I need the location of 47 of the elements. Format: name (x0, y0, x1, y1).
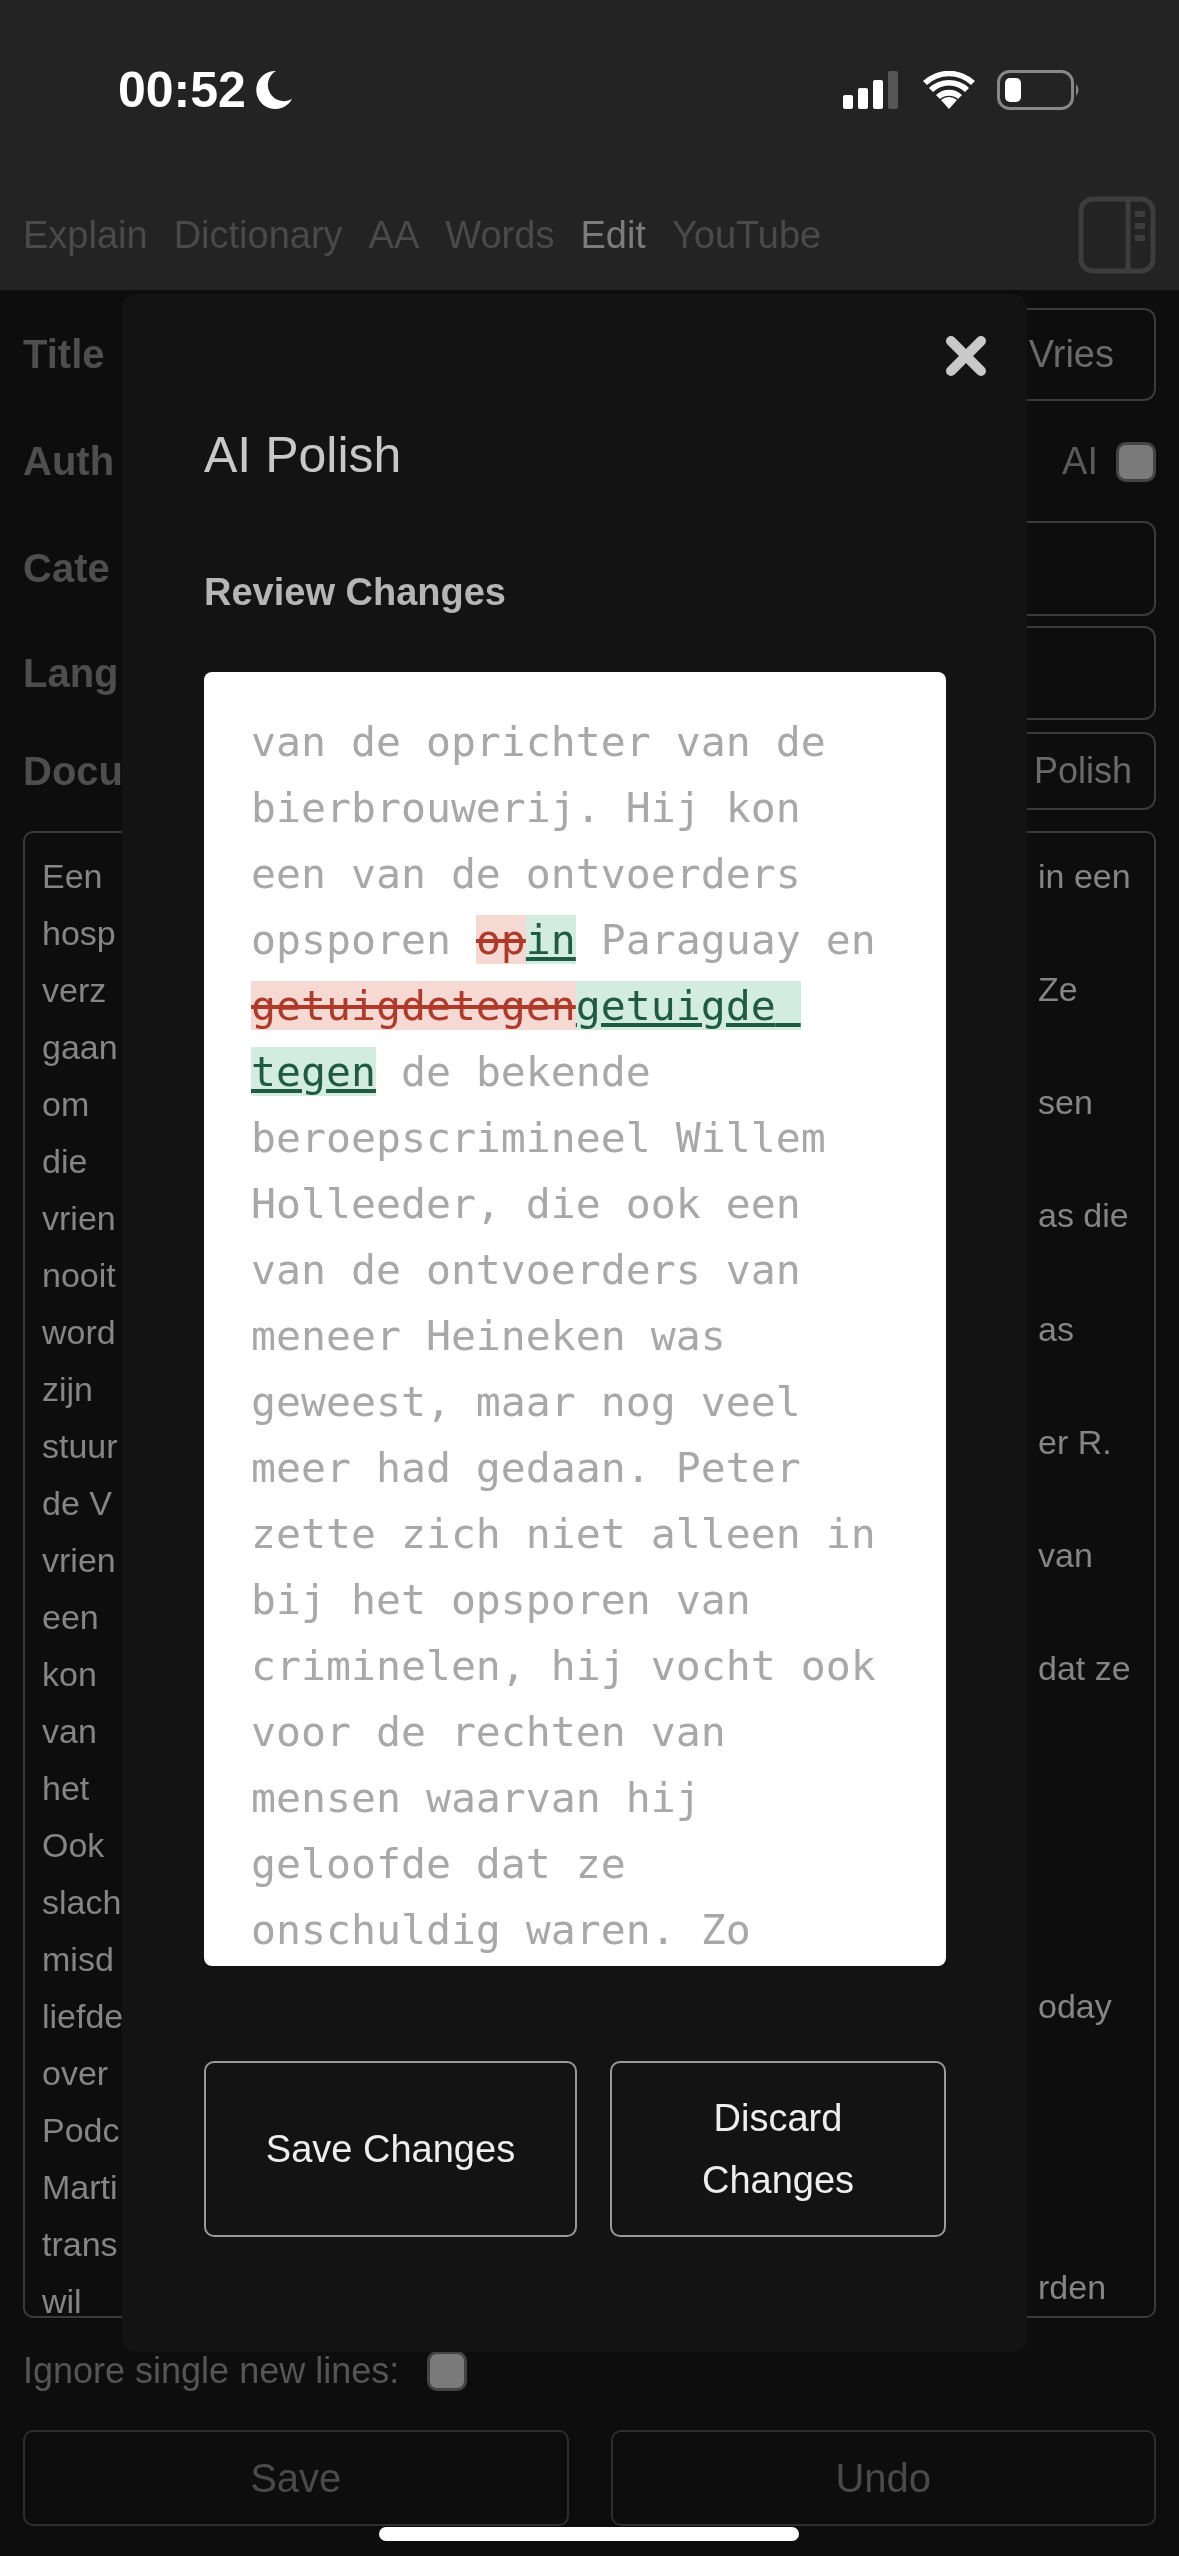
text-line: Een (42, 856, 104, 897)
text-line: as die (1038, 1195, 1130, 1237)
text-line: van (1038, 1534, 1094, 1576)
text-line: de V (42, 1483, 113, 1524)
text-line: dat ze (1038, 1647, 1132, 1689)
text-line: een (42, 1597, 100, 1638)
checkbox-label: AI (1062, 440, 1098, 483)
text-line: oday (1038, 1985, 1113, 2027)
status-time: 00:52 (118, 61, 246, 119)
option-label: Ignore single new lines: (23, 2350, 400, 2392)
field-label: Auth (23, 439, 115, 484)
section-heading: Review Changes (204, 573, 507, 611)
field-label: Title (23, 332, 105, 377)
text-line: over (42, 2053, 110, 2094)
text-line: Ook (42, 1825, 106, 1866)
text-line: slach (42, 1882, 123, 1923)
text-line: hosp (42, 913, 117, 954)
text-line: van (42, 1711, 98, 1752)
text-line: as (1038, 1308, 1075, 1350)
text-line: in een (1038, 856, 1132, 897)
text-line: kon (42, 1654, 98, 1695)
text-line: wil (42, 2281, 83, 2316)
text-line: om (42, 1084, 91, 1125)
text-line: stuur (42, 1426, 119, 1467)
text-line: nooit (42, 1255, 117, 1296)
field-label: Lang (23, 650, 119, 696)
text-line: trans (42, 2224, 119, 2265)
diff-text: van de oprichter van de bierbrouwerij. Hij kon een van de ontvoerders opsporen opin Paraguay en getuigdetegengetuigde tegen de bekende beroepscrimineel Willem Holleeder, die ook een van de ontvoerders van meneer Heineken was geweest, maar nog veel meer had gedaan. Peter zette zich niet alleen in bij het opsporen van criminelen, hij vocht ook voor de rechten van mensen waarvan hij geloofde dat ze onschuldig waren. Zo (251, 716, 877, 1956)
text-line: misd (42, 1939, 115, 1980)
field-label: Docu (23, 748, 123, 794)
field-label: Cate (23, 546, 110, 591)
text-line: gaan (42, 1027, 119, 1068)
text-line: die (42, 1141, 89, 1182)
text-line: Marti (42, 2167, 119, 2208)
text-line: er R. (1038, 1421, 1113, 1463)
text-line: sen (1038, 1082, 1094, 1124)
text-line: word (42, 1312, 117, 1353)
text-line: liefde (42, 1996, 124, 2037)
text-line: vrien (42, 1540, 117, 1581)
text-line: rden (1038, 2267, 1108, 2308)
dialog-title: AI Polish (204, 430, 403, 480)
text-line: Podc (42, 2110, 121, 2151)
text-line: zijn (42, 1369, 95, 1410)
text-line: Ze (1038, 969, 1079, 1011)
text-line: het (42, 1768, 91, 1809)
text-line: vrien (42, 1198, 117, 1239)
text-line: verz (42, 970, 108, 1011)
